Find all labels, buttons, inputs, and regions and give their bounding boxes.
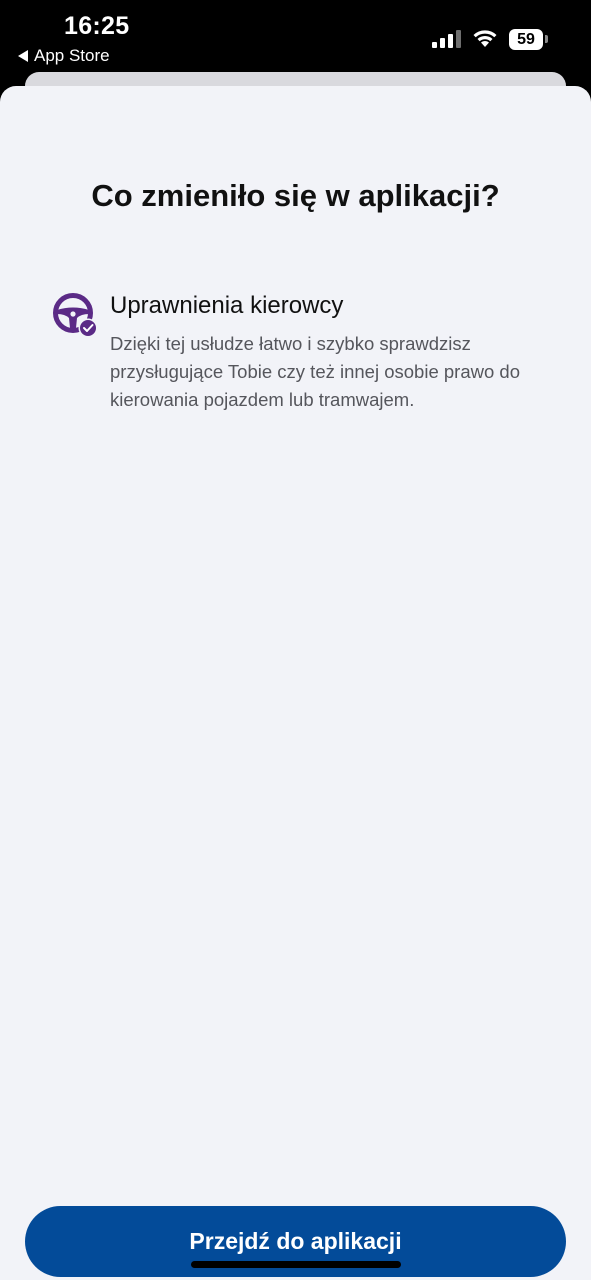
- battery-nub: [545, 35, 548, 43]
- feature-title: Uprawnienia kierowcy: [110, 292, 344, 319]
- battery-icon: 59: [509, 29, 543, 50]
- steering-wheel-check-icon: [53, 293, 98, 338]
- back-to-app-store-link[interactable]: App Store: [18, 46, 110, 66]
- whats-new-sheet: Co zmieniło się w aplikacji? Uprawnienia…: [0, 86, 591, 1280]
- wifi-icon: [473, 30, 497, 47]
- back-link-label: App Store: [34, 46, 110, 65]
- status-time: 16:25: [64, 12, 130, 40]
- signal-icon: [432, 30, 461, 48]
- status-bar: 16:25 App Store 59: [0, 0, 591, 72]
- home-indicator: [191, 1261, 401, 1268]
- page-title: Co zmieniło się w aplikacji?: [91, 178, 500, 213]
- back-arrow-icon: [18, 50, 28, 62]
- feature-description: Dzięki tej usłudze łatwo i szybko sprawd…: [110, 333, 520, 410]
